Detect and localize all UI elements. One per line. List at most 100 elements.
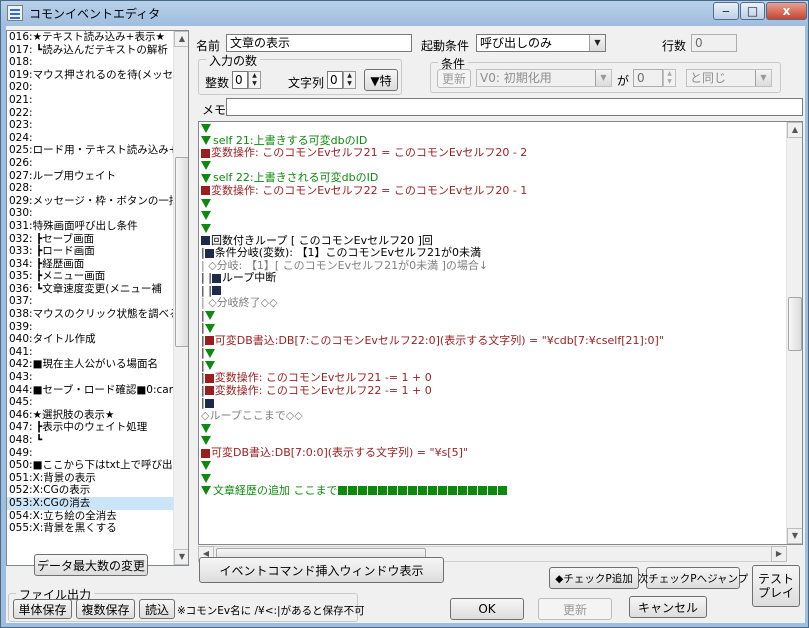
list-item[interactable]: 038:マウスのクリック状態を調べる [7, 308, 173, 321]
scroll-right-icon[interactable]: ▶ [771, 546, 787, 562]
trigger-select[interactable]: 呼び出しのみ ▼ [476, 34, 606, 52]
add-checkpoint-button[interactable]: ◆チェックP追加 [549, 567, 639, 589]
list-item[interactable]: 039: [7, 321, 173, 334]
list-item[interactable]: 028: [7, 182, 173, 195]
list-item[interactable]: 020: [7, 81, 173, 94]
list-item[interactable]: 043: [7, 371, 173, 384]
event-command-row[interactable]: | ◇分岐: 【1】[ このコモンEvセルフ21が0未満 ]の場合↓ [201, 259, 786, 273]
int-count-stepper[interactable]: ▲ ▼ [248, 71, 261, 89]
list-item[interactable]: 041: [7, 346, 173, 359]
list-item[interactable]: 016:★テキスト読み込み+表示★ [7, 31, 173, 44]
minimize-button[interactable]: ‒ [713, 2, 739, 20]
list-item[interactable]: 022: [7, 107, 173, 120]
list-item[interactable]: 053:X:CGの消去 [7, 496, 173, 510]
list-item[interactable]: 036: ┗文章速度変更(メニュー補 [7, 283, 173, 296]
scroll-thumb[interactable] [788, 297, 802, 351]
list-item[interactable]: 048: ┗ [7, 434, 173, 447]
int-count-input[interactable]: 0 [232, 71, 248, 89]
event-name-input[interactable]: 文章の表示 [226, 34, 412, 52]
event-command-row[interactable]: | 可変DB書込:DB[7:このコモンEvセルフ22:0](表示する文字列) = … [201, 334, 786, 348]
list-item[interactable]: 024: [7, 132, 173, 145]
list-item[interactable]: 049: [7, 447, 173, 460]
list-item[interactable]: 026: [7, 157, 173, 170]
green-block-icon [457, 486, 467, 495]
list-item[interactable]: 030: [7, 207, 173, 220]
green-block-icon [477, 486, 487, 495]
list-item[interactable]: 047: ┣表示中のウェイト処理 [7, 421, 173, 434]
list-item[interactable]: 045: [7, 396, 173, 409]
load-button[interactable]: 読込 [139, 599, 175, 619]
chevron-down-icon[interactable]: ▼ [589, 35, 605, 51]
command-text: 可変DB書込:DB[7:0:0](表示する文字列) = "¥s[5]" [211, 446, 468, 459]
scroll-up-icon[interactable]: ▲ [174, 31, 188, 47]
event-command-row[interactable]: | | ループ中断 [201, 271, 786, 285]
list-item[interactable]: 052:X:CGの表示 [7, 484, 173, 497]
list-item[interactable]: 027:ループ用ウェイト [7, 170, 173, 183]
ok-button[interactable]: OK [450, 598, 524, 620]
scroll-down-icon[interactable]: ▼ [174, 549, 188, 565]
event-command-row[interactable] [201, 460, 786, 473]
green-block-icon [397, 486, 407, 495]
list-item[interactable]: 037: [7, 295, 173, 308]
list-item[interactable]: 044:■セーブ・ロード確認■0:can [7, 384, 173, 397]
list-item[interactable]: 023: [7, 119, 173, 132]
list-item[interactable]: 035: ┣メニュー画面 [7, 270, 173, 283]
list-item[interactable]: 018: [7, 56, 173, 69]
list-item[interactable]: 051:X:背景の表示 [7, 472, 173, 485]
common-event-list[interactable]: 016:★テキスト読み込み+表示★ 017: ┗読み込んだテキストの解析 018: 0… [6, 30, 189, 566]
event-command-row[interactable]: ◇ループここまで◇◇ [201, 409, 786, 423]
event-command-row[interactable]: 文章経歴の追加 ここまで [201, 484, 786, 498]
single-save-button[interactable]: 単体保存 [13, 599, 72, 619]
event-command-row[interactable] [201, 422, 786, 435]
close-button[interactable]: x [766, 2, 807, 20]
event-command-row[interactable]: 変数操作: このコモンEvセルフ21 = このコモンEvセルフ20 - 2 [201, 146, 786, 160]
list-item[interactable]: 032: ┣セーブ画面 [7, 233, 173, 246]
scroll-up-icon[interactable]: ▲ [787, 122, 802, 138]
event-command-row[interactable]: 可変DB書込:DB[7:0:0](表示する文字列) = "¥s[5]" [201, 446, 786, 460]
list-item[interactable]: 033: ┣ロード画面 [7, 245, 173, 258]
command-text: 変数操作: このコモンEvセルフ21 = このコモンEvセルフ20 - 2 [211, 146, 528, 159]
str-count-input[interactable]: 0 [327, 71, 343, 89]
special-settings-button[interactable]: ▼特 [364, 69, 398, 91]
event-command-list[interactable]: self 21:上書きする可変dbのID 変数操作: このコモンEvセルフ21 =… [198, 121, 803, 545]
max-data-change-button[interactable]: データ最大数の変更 [34, 554, 148, 576]
insert-command-window-button[interactable]: イベントコマンド挿入ウィンドウ表示 [199, 557, 444, 583]
list-item[interactable]: 034: ┣経歴画面 [7, 258, 173, 271]
left-list-scrollbar[interactable]: ▲ ▼ [173, 31, 188, 565]
list-item[interactable]: 031:特殊画面呼び出し条件 [7, 220, 173, 233]
list-item[interactable]: 050:■ここから下はtxt上で呼び出 [7, 459, 173, 472]
jump-checkpoint-button[interactable]: 次チェックPへジャンプ [638, 567, 748, 589]
list-item[interactable]: 017: ┗読み込んだテキストの解析 [7, 44, 173, 57]
list-item[interactable]: 055:X:背景を黒くする [7, 522, 173, 535]
event-command-row[interactable] [201, 197, 786, 210]
list-item[interactable]: 040:タイトル作成 [7, 333, 173, 346]
list-item[interactable]: 046:★選択肢の表示★ [7, 409, 173, 422]
title-bar[interactable]: コモンイベントエディタ ‒ □ x [1, 1, 808, 25]
memo-input[interactable] [226, 98, 803, 116]
test-play-button[interactable]: テスト プレイ [752, 565, 800, 607]
event-command-row[interactable] [201, 210, 786, 223]
list-item[interactable]: 025:ロード用・テキスト読み込み+表 [7, 144, 173, 157]
event-command-row[interactable]: | [201, 346, 786, 360]
str-count-stepper[interactable]: ▲ ▼ [343, 71, 356, 89]
list-item[interactable]: 029:メッセージ・枠・ボタンの一括削 [7, 195, 173, 208]
list-item[interactable]: 042:■現在主人公がいる場面名 [7, 358, 173, 371]
maximize-button[interactable]: □ [740, 2, 765, 20]
event-command-row[interactable]: | | [201, 284, 786, 298]
event-command-row[interactable]: | [201, 309, 786, 323]
scroll-down-icon[interactable]: ▼ [787, 528, 802, 544]
event-command-row[interactable]: | ◇分岐終了◇◇ [201, 296, 786, 310]
command-text: self 21:上書きする可変dbのID [213, 133, 368, 147]
list-item[interactable]: 054:X:立ち絵の全消去 [7, 510, 173, 523]
condition-number-stepper: ▲ ▼ [663, 69, 676, 87]
cancel-button[interactable]: キャンセル [629, 596, 707, 618]
scroll-thumb[interactable] [175, 157, 188, 347]
multi-save-button[interactable]: 複数保存 [76, 599, 135, 619]
event-command-row[interactable]: | 変数操作: このコモンEvセルフ22 -= 1 + 0 [201, 384, 786, 398]
list-item[interactable]: 019:マウス押されるのを待(メッセー [7, 69, 173, 82]
input-count-title: 入力の数 [206, 52, 261, 69]
trigger-label: 起動条件 [421, 39, 470, 53]
list-item[interactable]: 021: [7, 94, 173, 107]
event-list-scrollbar[interactable]: ▲ ▼ [786, 122, 802, 544]
event-command-row[interactable]: 変数操作: このコモンEvセルフ22 = このコモンEvセルフ20 - 1 [201, 184, 786, 198]
